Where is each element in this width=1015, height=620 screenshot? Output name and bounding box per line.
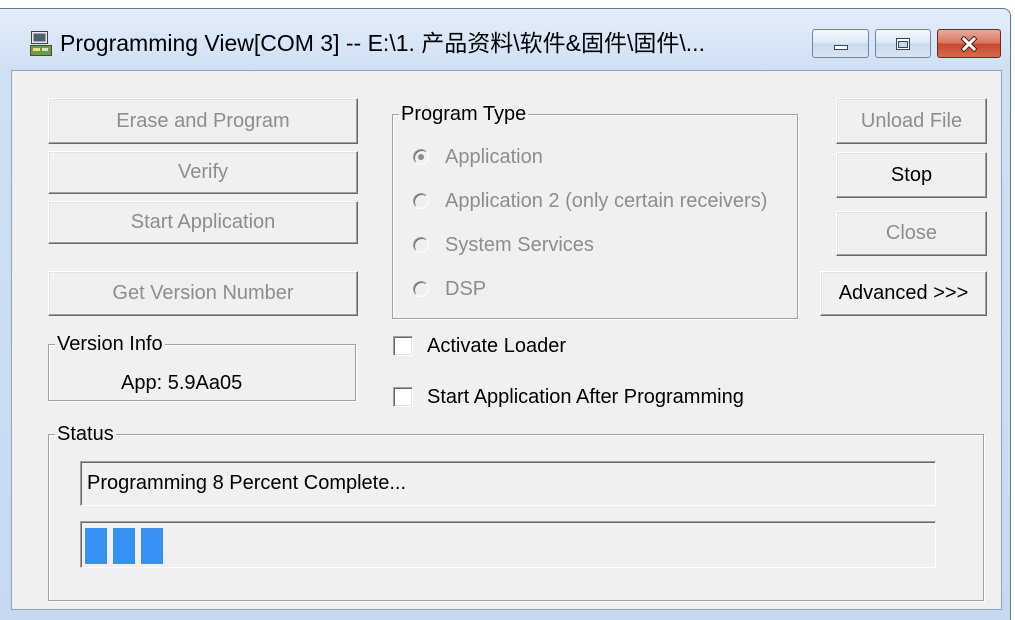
verify-button[interactable]: Verify (48, 151, 358, 194)
option-label: System Services (445, 233, 594, 256)
program-type-option-system-services[interactable]: System Services (413, 232, 594, 258)
get-version-number-button[interactable]: Get Version Number (48, 271, 358, 316)
status-label: Status (55, 423, 116, 445)
close-button[interactable]: Close (836, 211, 987, 256)
version-info-label: Version Info (55, 333, 165, 355)
program-type-option-dsp[interactable]: DSP (413, 276, 486, 302)
start-application-button[interactable]: Start Application (48, 201, 358, 244)
progress-block (113, 528, 135, 564)
status-message: Programming 8 Percent Complete... (80, 461, 936, 506)
dialog-client-area: Erase and Program Verify Start Applicati… (11, 70, 1002, 610)
radio-button[interactable] (413, 149, 429, 165)
program-type-option-application-2[interactable]: Application 2 (only certain receivers) (413, 188, 767, 214)
stop-button[interactable]: Stop (836, 152, 987, 198)
activate-loader-option[interactable]: ✓ Activate Loader (393, 334, 566, 358)
activate-loader-checkbox[interactable]: ✓ (393, 336, 413, 356)
progress-bar (80, 521, 936, 568)
activate-loader-label: Activate Loader (427, 334, 566, 357)
advanced-button[interactable]: Advanced >>> (820, 271, 987, 316)
program-type-group: Program Type Application Application 2 (… (392, 103, 798, 319)
start-after-programming-option[interactable]: ✓ Start Application After Programming (393, 385, 744, 409)
minimize-button[interactable] (812, 29, 869, 58)
status-group: Status Programming 8 Percent Complete... (48, 423, 984, 601)
programming-view-window: Programming View[COM 3] -- E:\1. 产品资料\软件… (0, 8, 1011, 620)
start-after-programming-checkbox[interactable]: ✓ (393, 387, 413, 407)
maximize-button[interactable] (875, 29, 931, 58)
programming-app-icon[interactable] (29, 30, 55, 57)
start-after-programming-label: Start Application After Programming (427, 385, 744, 408)
program-type-label: Program Type (399, 103, 529, 125)
program-type-option-application[interactable]: Application (413, 144, 543, 170)
app-version-value: App: 5.9Aa05 (121, 372, 243, 394)
option-label: Application 2 (only certain receivers) (445, 189, 768, 212)
close-window-button[interactable] (937, 29, 1001, 58)
window-title: Programming View[COM 3] -- E:\1. 产品资料\软件… (60, 30, 705, 56)
radio-button[interactable] (413, 281, 429, 297)
maximize-icon (894, 37, 912, 51)
erase-and-program-button[interactable]: Erase and Program (48, 98, 358, 144)
minimize-icon (832, 37, 850, 51)
unload-file-button[interactable]: Unload File (836, 98, 987, 144)
progress-block (141, 528, 163, 564)
close-icon (959, 35, 979, 52)
version-info-group: Version Info App: 5.9Aa05 (48, 333, 356, 401)
radio-button[interactable] (413, 237, 429, 253)
radio-button[interactable] (413, 193, 429, 209)
title-bar[interactable]: Programming View[COM 3] -- E:\1. 产品资料\软件… (0, 9, 1010, 70)
option-label: Application (445, 145, 543, 168)
option-label: DSP (445, 277, 487, 300)
progress-block (85, 528, 107, 564)
